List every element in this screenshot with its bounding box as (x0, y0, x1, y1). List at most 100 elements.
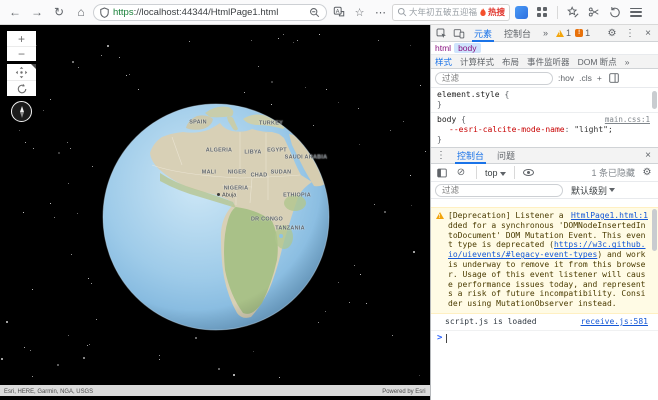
breadcrumb-body[interactable]: body (454, 43, 480, 53)
warning-icon (556, 30, 564, 37)
styles-sidebar-tabs: 样式 计算样式 布局 事件监听器 DOM 断点 » (431, 55, 658, 69)
console-filter-bar: 默认级别 (431, 182, 658, 199)
log-source-link[interactable]: receive.js:581 (581, 317, 648, 327)
hot-search-box[interactable]: 大年初五破五迎福 热搜 (392, 4, 510, 21)
compass-widget[interactable] (11, 101, 32, 122)
chevron-down-icon (609, 188, 615, 192)
toggle-classes[interactable]: .cls (579, 73, 592, 83)
tab-elements[interactable]: 元素 (470, 25, 496, 42)
tab-console[interactable]: 控制台 (500, 25, 535, 42)
more-tabs-icon[interactable]: » (539, 25, 552, 42)
reload-icon[interactable]: ↻ (49, 3, 69, 22)
issue-count-badge[interactable]: !1 (575, 28, 590, 38)
screenshot-scissors-icon[interactable] (584, 3, 603, 22)
inspect-element-icon[interactable] (434, 26, 448, 40)
address-bar[interactable]: https://localhost:44344/HtmlPage1.html (93, 4, 327, 21)
navigation-toggle-badge (31, 64, 36, 69)
bookmark-star-icon[interactable]: ☆ (350, 3, 369, 22)
devtools-menu-icon[interactable]: ⋮ (623, 26, 637, 40)
deprecation-warning-message[interactable]: HtmlPage1.html:1[Deprecation] Listener a… (431, 207, 658, 314)
text-cursor (446, 334, 447, 343)
hidden-messages-info[interactable]: 1 条已隐藏 (591, 166, 635, 179)
styles-scrollbar[interactable] (652, 91, 657, 109)
toggle-hover-state[interactable]: :hov (558, 73, 574, 83)
browser-logo-icon[interactable] (512, 3, 531, 22)
shield-icon[interactable] (100, 7, 109, 18)
hot-badge[interactable]: 热搜 (479, 6, 505, 18)
tab-dom-breakpoints[interactable]: DOM 断点 (578, 56, 617, 68)
attribution-sources: Esri, HERE, Garmin, NGA, USGS (4, 387, 93, 394)
search-icon (397, 7, 407, 17)
context-selector[interactable]: top (485, 168, 506, 178)
console-toolbar-divider (476, 166, 477, 179)
styles-more-tabs-icon[interactable]: » (625, 57, 630, 67)
console-prompt[interactable]: > (431, 331, 658, 347)
device-toolbar-icon[interactable] (452, 26, 466, 40)
console-toolbar-divider2 (514, 166, 515, 179)
computed-panel-icon[interactable] (607, 71, 621, 85)
translate-icon[interactable]: A (329, 3, 348, 22)
apps-grid-icon[interactable] (533, 3, 552, 22)
warning-count-badge[interactable]: 1 (556, 28, 571, 38)
drawer-menu-icon[interactable]: ⋮ (434, 149, 448, 163)
css-property-value[interactable]: "light"; (574, 125, 613, 134)
tab-layout[interactable]: 布局 (502, 56, 519, 68)
zoom-out-button[interactable]: − (7, 46, 36, 61)
favorite-edit-icon[interactable] (563, 3, 582, 22)
tab-event-listeners[interactable]: 事件监听器 (527, 56, 570, 68)
devtools-panel: 元素 控制台 » 1 !1 ⚙ ⋮ × html body 样式 计算样式 布局… (430, 25, 658, 400)
console-messages[interactable]: HtmlPage1.html:1[Deprecation] Listener a… (431, 199, 658, 400)
drawer-close-icon[interactable]: × (641, 149, 655, 163)
styles-pane[interactable]: element.style { } main.css:1body { --esr… (431, 88, 658, 148)
console-toolbar: ⊘ top 1 条已隐藏 ⚙ (431, 164, 658, 182)
devtools-topbar: 元素 控制台 » 1 !1 ⚙ ⋮ × (431, 25, 658, 42)
log-level-dropdown[interactable]: 默认级别 (571, 184, 615, 197)
warning-source-link[interactable]: HtmlPage1.html:1 (571, 211, 648, 221)
live-expression-eye-icon[interactable] (523, 169, 534, 176)
earth-globe[interactable] (0, 25, 430, 400)
undo-history-icon[interactable] (605, 3, 624, 22)
hot-search-text: 大年初五破五迎福 (409, 6, 477, 18)
dom-breadcrumb: html body (431, 42, 658, 55)
styles-toolbar: :hov .cls + (431, 69, 658, 88)
tab-styles[interactable]: 样式 (435, 56, 452, 68)
tab-computed[interactable]: 计算样式 (460, 56, 494, 68)
element-style-selector[interactable]: element.style (437, 90, 500, 99)
back-icon[interactable]: ← (5, 3, 25, 22)
tab-console-drawer[interactable]: 控制台 (453, 147, 488, 164)
chevron-down-icon (500, 172, 506, 176)
zoom-in-button[interactable]: + (7, 31, 36, 46)
tab-issues[interactable]: 问题 (493, 147, 519, 164)
body-selector[interactable]: body (437, 115, 456, 124)
devtools-close-icon[interactable]: × (641, 26, 655, 40)
console-log-message[interactable]: script.js is loaded receive.js:581 (431, 314, 658, 331)
home-icon[interactable]: ⌂ (71, 3, 91, 22)
breadcrumb-html[interactable]: html (435, 43, 451, 53)
zoom-widget: + − (7, 31, 36, 61)
new-style-rule-icon[interactable]: + (597, 73, 602, 83)
console-settings-gear-icon[interactable]: ⚙ (640, 166, 654, 180)
forward-icon[interactable]: → (27, 3, 47, 22)
city-marker[interactable]: Abuja (217, 190, 242, 199)
menu-icon[interactable] (626, 3, 645, 22)
css-property-name[interactable]: --esri-calcite-mode-name (437, 125, 565, 134)
scene-view[interactable]: SPAINTURKEYALGERIALIBYAEGYPTSAUDI ARABIA… (0, 25, 430, 400)
clear-console-icon[interactable]: ⊘ (454, 166, 468, 180)
log-text: script.js is loaded (445, 317, 537, 327)
stylesheet-source-link[interactable]: main.css:1 (605, 115, 650, 125)
zoom-out-page-icon[interactable] (309, 7, 320, 18)
settings-gear-icon[interactable]: ⚙ (605, 26, 619, 40)
rotate-mode-button[interactable] (7, 80, 36, 96)
compass-needle-south (20, 112, 24, 118)
styles-filter-input[interactable] (435, 72, 553, 85)
powered-by-esri[interactable]: Powered by Esri (383, 387, 426, 394)
toolbar-divider (557, 6, 558, 19)
navigation-toggle-widget (7, 64, 36, 96)
console-filter-input[interactable] (435, 184, 563, 197)
pan-icon (15, 66, 28, 79)
issue-icon: ! (575, 29, 583, 37)
more-actions-icon[interactable]: ⋯ (371, 3, 390, 22)
console-scrollbar[interactable] (652, 209, 657, 251)
rule-divider (431, 112, 658, 113)
console-sidebar-icon[interactable] (435, 166, 449, 180)
